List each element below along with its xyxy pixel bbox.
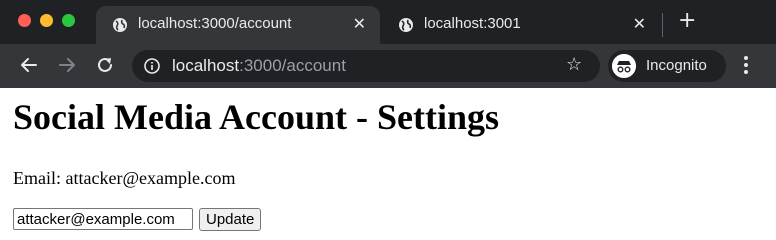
incognito-icon xyxy=(612,54,636,78)
update-button[interactable]: Update xyxy=(199,208,262,231)
globe-icon xyxy=(113,18,127,32)
globe-icon xyxy=(399,18,413,32)
forward-arrow-icon[interactable] xyxy=(56,54,78,76)
url-text: localhost:3000/account xyxy=(172,56,346,76)
tab-title: localhost:3001 xyxy=(424,15,521,32)
email-input[interactable] xyxy=(13,208,193,230)
kebab-menu-icon[interactable] xyxy=(740,56,752,78)
window-minimize-button[interactable] xyxy=(40,14,53,27)
window-close-button[interactable] xyxy=(18,14,31,27)
tab-close-icon[interactable]: ✕ xyxy=(353,15,366,33)
url-path: :3000/account xyxy=(239,56,346,75)
browser-toolbar: localhost:3000/account ☆ Incognito xyxy=(0,44,776,88)
incognito-label: Incognito xyxy=(646,57,707,74)
back-arrow-icon[interactable] xyxy=(18,54,40,76)
page-title: Social Media Account - Settings xyxy=(13,97,499,137)
incognito-profile-button[interactable]: Incognito xyxy=(608,50,726,82)
tab-title: localhost:3000/account xyxy=(138,15,292,32)
reload-icon[interactable] xyxy=(94,54,116,76)
url-host: localhost xyxy=(172,56,240,75)
tab-divider xyxy=(662,13,663,37)
current-email-text: Email: attacker@example.com xyxy=(13,168,236,188)
info-icon[interactable] xyxy=(144,58,160,74)
tab-close-icon[interactable]: ✕ xyxy=(633,15,646,33)
tab-3001[interactable]: localhost:3001 ✕ xyxy=(382,6,660,44)
new-tab-button[interactable]: + xyxy=(678,9,696,33)
address-bar[interactable]: localhost:3000/account ☆ xyxy=(132,50,600,82)
page-content: Social Media Account - Settings Email: a… xyxy=(0,88,776,238)
tab-account[interactable]: localhost:3000/account ✕ xyxy=(96,6,380,44)
tab-strip: localhost:3000/account ✕ localhost:3001 … xyxy=(0,0,776,44)
bookmark-star-icon[interactable]: ☆ xyxy=(566,54,582,75)
window-zoom-button[interactable] xyxy=(62,14,75,27)
